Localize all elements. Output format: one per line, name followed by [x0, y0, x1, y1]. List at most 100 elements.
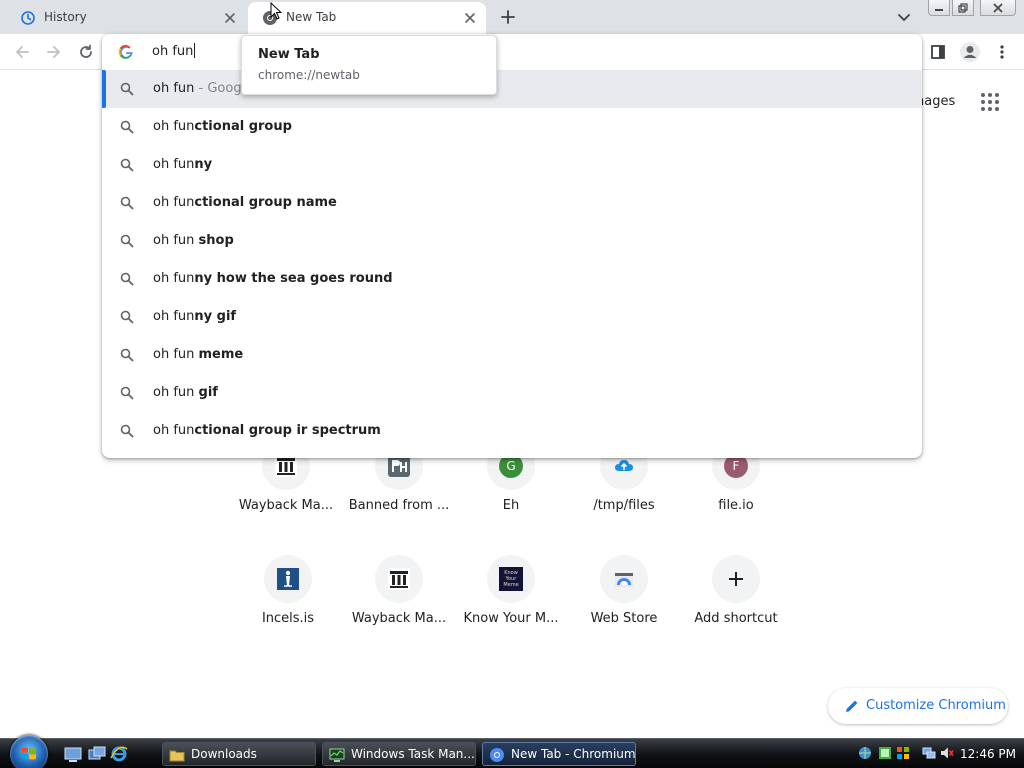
- avatar-icon: [960, 42, 980, 62]
- suggestion-text: oh functional group ir spectrum: [153, 423, 381, 438]
- shortcut-tile[interactable]: Incels.is: [232, 555, 344, 659]
- hover-card-url: chrome://newtab: [258, 68, 360, 82]
- forward-button[interactable]: [44, 42, 64, 62]
- reload-button[interactable]: [76, 42, 96, 62]
- folder-icon: [169, 750, 185, 762]
- suggestion-row[interactable]: oh fun gif: [102, 374, 922, 412]
- close-icon[interactable]: [222, 10, 238, 26]
- back-button[interactable]: [12, 42, 32, 62]
- add-shortcut-button[interactable]: Add shortcut: [680, 555, 792, 659]
- suggestion-completion: shop: [198, 233, 234, 248]
- taskbar-label: Windows Task Man...: [351, 747, 475, 761]
- cloud-upload-icon: [615, 460, 633, 471]
- search-icon: [120, 386, 134, 400]
- minimize-button[interactable]: [928, 0, 950, 16]
- search-icon: [120, 120, 134, 134]
- windows-taskbar: Downloads Windows Task Man... New Tab - …: [0, 735, 1024, 768]
- suggestion-row[interactable]: oh functional group ir spectrum: [102, 412, 922, 450]
- tab-new-tab[interactable]: New Tab: [248, 2, 486, 34]
- suggestion-typed: oh fun: [153, 195, 195, 210]
- omnibox-input[interactable]: oh fun: [102, 34, 922, 70]
- customize-chromium-button[interactable]: Customize Chromium: [828, 688, 1008, 724]
- close-icon[interactable]: [462, 10, 478, 26]
- side-panel-button[interactable]: [928, 42, 948, 62]
- suggestion-completion: ctional group name: [194, 195, 337, 210]
- restore-button[interactable]: [952, 0, 974, 16]
- shortcut-tile[interactable]: Wayback Ma...: [343, 555, 455, 659]
- search-icon: [120, 196, 134, 210]
- suggestion-text: oh fun shop: [153, 233, 234, 248]
- omnibox-text[interactable]: oh fun: [152, 43, 196, 59]
- omnibox-dropdown: oh fun oh fun - Goog oh functional group o…: [102, 34, 922, 458]
- new-tab-plus-icon[interactable]: [498, 7, 518, 27]
- profile-button[interactable]: [958, 40, 982, 64]
- google-apps-icon[interactable]: [980, 92, 1000, 112]
- text-caret: [194, 43, 196, 58]
- switch-windows-icon[interactable]: [88, 745, 106, 763]
- search-icon: [120, 234, 134, 248]
- suggestion-row[interactable]: oh fun - Goog: [102, 70, 922, 108]
- suggestion-row[interactable]: oh functional group: [102, 108, 922, 146]
- letter-badge: F: [732, 459, 740, 473]
- green-app-icon[interactable]: [878, 746, 892, 760]
- kebab-menu-icon: [1000, 45, 1004, 59]
- search-icon: [120, 272, 134, 286]
- suggestion-row[interactable]: oh funny: [102, 146, 922, 184]
- suggestion-row[interactable]: oh functional group name: [102, 184, 922, 222]
- suggestion-typed: oh fun: [153, 385, 199, 400]
- shortcut-label: /tmp/files: [593, 498, 655, 513]
- tab-title: History: [44, 10, 87, 24]
- task-manager-icon: [329, 748, 345, 762]
- taskbar-item-downloads[interactable]: Downloads: [162, 742, 316, 766]
- network-icon[interactable]: [858, 746, 872, 760]
- suggestion-row[interactable]: oh fun meme: [102, 336, 922, 374]
- suggestion-text: oh functional group name: [153, 195, 337, 210]
- shortcut-label: Eh: [502, 498, 520, 513]
- search-icon: [120, 158, 134, 172]
- google-g-icon: [118, 44, 133, 59]
- shortcut-tile[interactable]: Web Store: [568, 555, 680, 659]
- suggestion-text: oh fun - Goog: [153, 81, 242, 96]
- network-computer-icon[interactable]: [922, 746, 936, 760]
- system-tray: 12:46 PM: [852, 742, 1024, 766]
- shortcut-tile[interactable]: Know Your Meme Know Your M...: [455, 555, 567, 659]
- arrow-left-icon: [16, 46, 29, 58]
- suggestion-row[interactable]: oh funny how the sea goes round: [102, 260, 922, 298]
- reload-icon: [80, 44, 92, 58]
- mouse-cursor-icon: [270, 2, 282, 20]
- tab-history[interactable]: History: [6, 2, 246, 34]
- window-close-button[interactable]: [980, 0, 1016, 16]
- shortcut-label: Web Store: [590, 611, 658, 626]
- taskbar-item-task-manager[interactable]: Windows Task Man...: [322, 742, 476, 766]
- suggestion-completion: meme: [198, 347, 244, 362]
- web-store-icon: [615, 573, 633, 587]
- shortcut-label: Wayback Ma...: [238, 498, 334, 513]
- chevron-down-icon[interactable]: [896, 9, 912, 25]
- clock[interactable]: 12:46 PM: [960, 747, 1016, 761]
- menu-button[interactable]: [992, 42, 1012, 62]
- suggestion-text: oh fun gif: [153, 385, 218, 400]
- close-icon: [993, 2, 1003, 13]
- internet-explorer-icon[interactable]: [110, 745, 128, 763]
- show-desktop-icon[interactable]: [64, 745, 82, 763]
- restore-icon: [958, 2, 968, 13]
- suggestion-typed: oh fun: [153, 81, 195, 96]
- incels-icon: [277, 568, 299, 590]
- tab-hover-card: New Tab chrome://newtab: [241, 35, 497, 95]
- app-tray-icon[interactable]: [896, 746, 910, 760]
- suggestion-row[interactable]: oh funny gif: [102, 298, 922, 336]
- suggestion-row[interactable]: oh fun shop: [102, 222, 922, 260]
- suggestion-text: oh functional group: [153, 119, 292, 134]
- taskbar-item-chromium[interactable]: New Tab - Chromium: [482, 742, 636, 766]
- suggestion-typed: oh fun: [153, 423, 195, 438]
- shortcut-icon-circle: [264, 555, 312, 603]
- suggestion-completion: ny: [194, 157, 213, 172]
- arrow-right-icon: [47, 46, 60, 58]
- volume-muted-icon[interactable]: [940, 746, 954, 760]
- start-button[interactable]: [10, 735, 48, 768]
- suggestion-typed: oh fun: [153, 309, 195, 324]
- shortcut-label: Banned from ...: [348, 498, 450, 513]
- tab-strip: History New Tab: [0, 0, 1024, 34]
- suggestion-provider: - Goog: [194, 81, 242, 96]
- know-your-meme-icon: Know Your Meme: [499, 567, 523, 591]
